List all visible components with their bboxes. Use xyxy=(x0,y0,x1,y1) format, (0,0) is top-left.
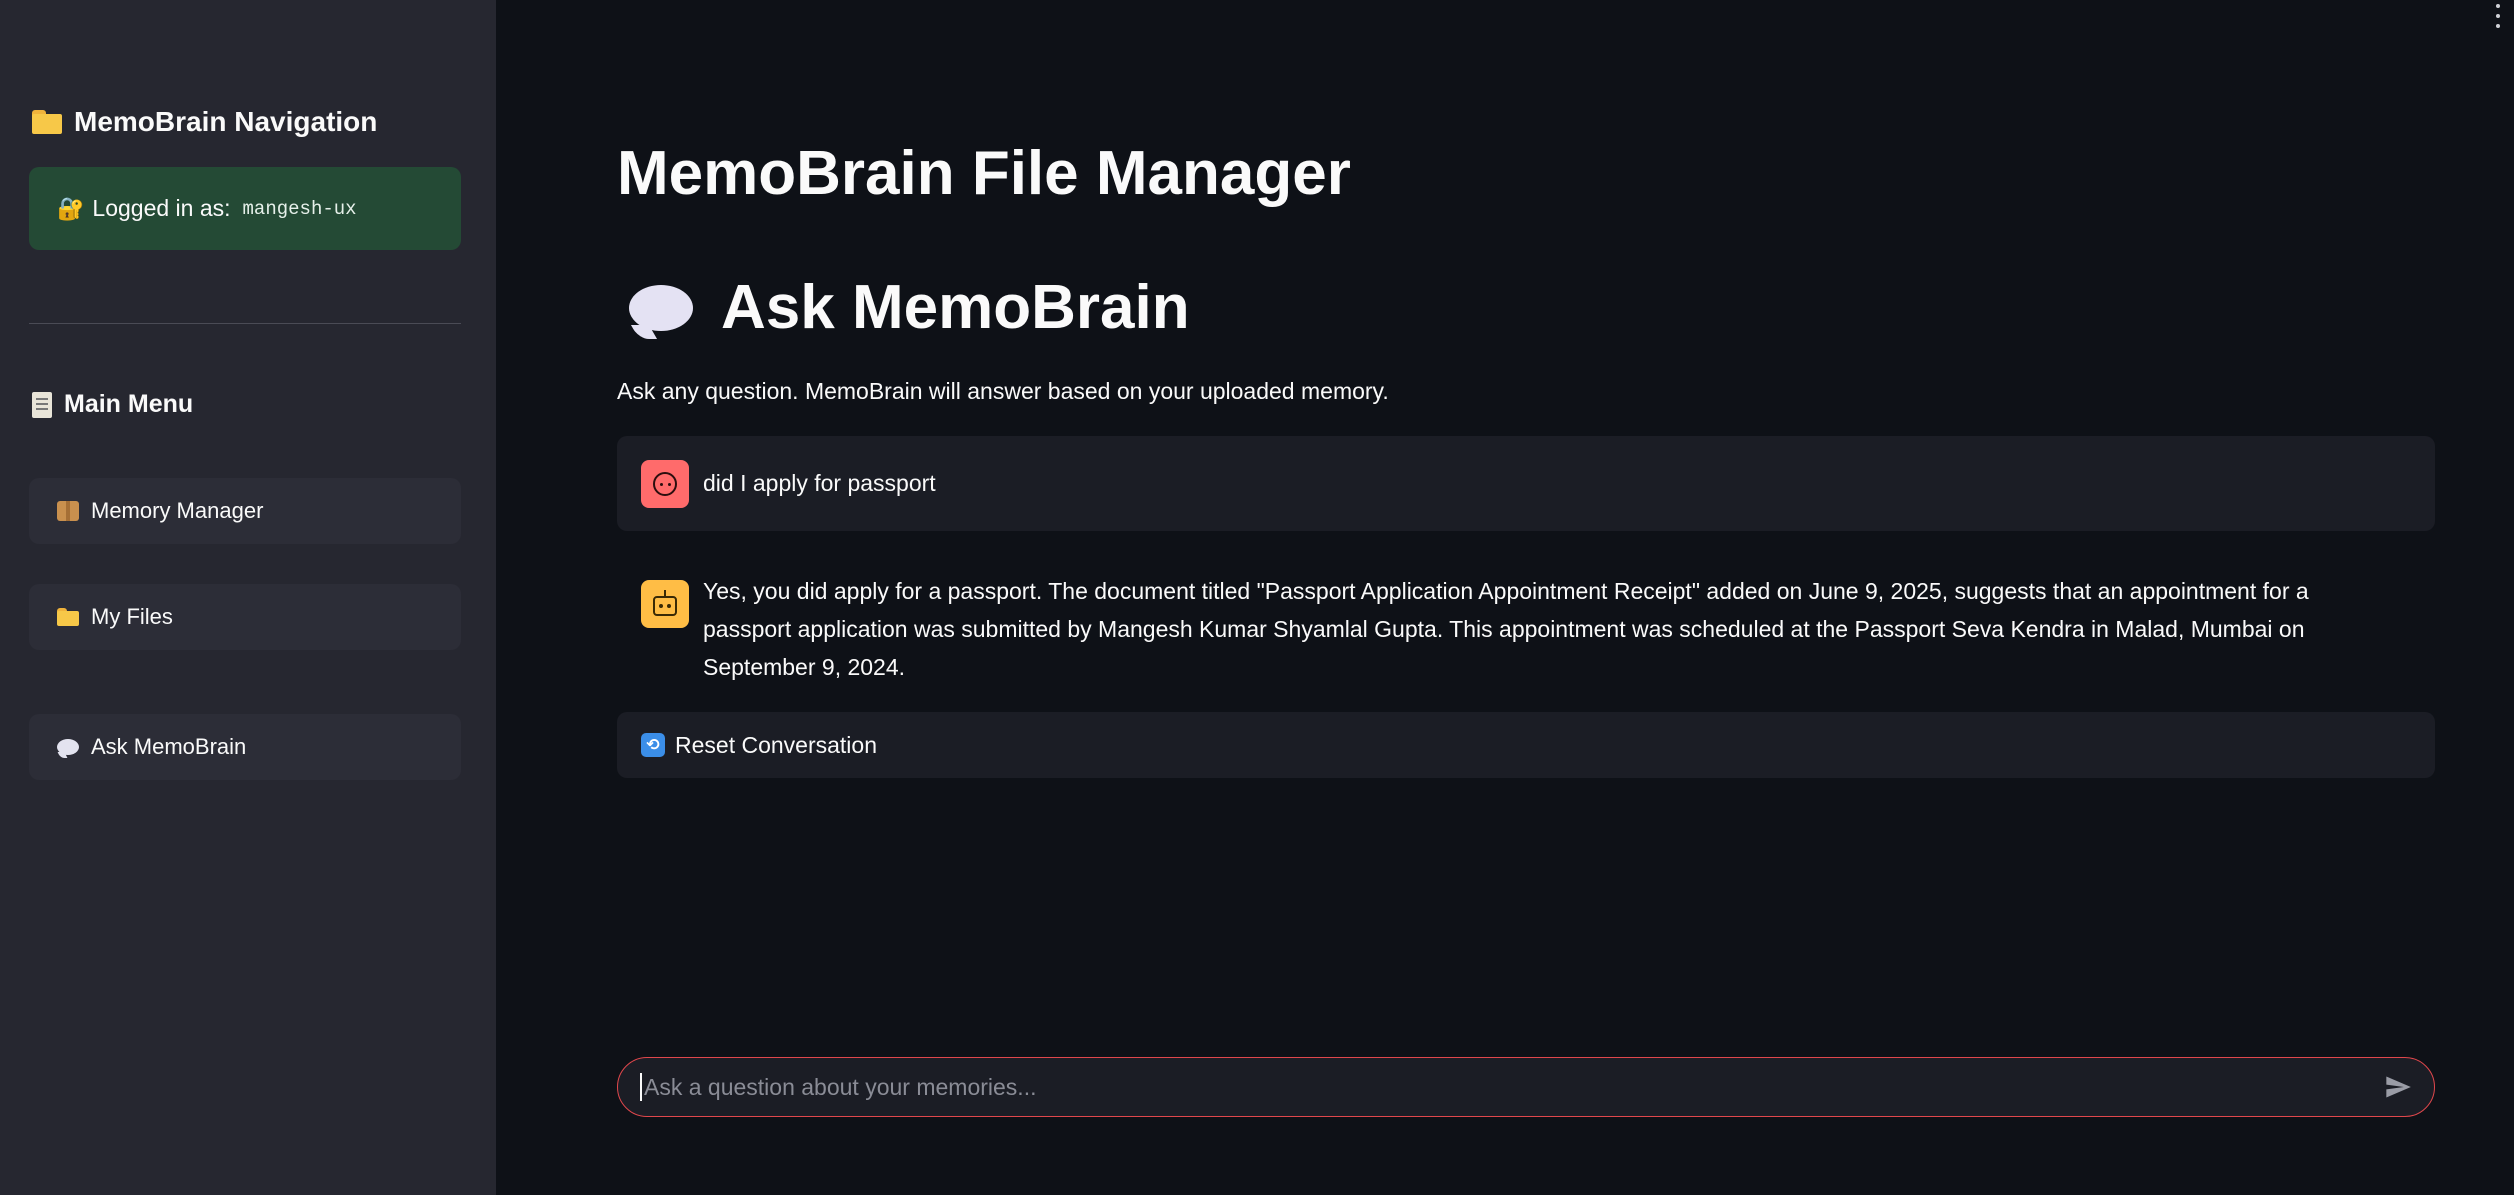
sidebar-item-memory-manager[interactable]: Memory Manager xyxy=(29,478,461,544)
sidebar-item-label: Memory Manager xyxy=(91,498,264,523)
folder-icon xyxy=(32,110,62,134)
send-button[interactable] xyxy=(2380,1069,2416,1105)
sidebar-item-label: Ask MemoBrain xyxy=(91,734,247,759)
repeat-icon: ⟲ xyxy=(641,733,665,757)
user-avatar-icon xyxy=(641,459,689,508)
lock-icon: 🔐 xyxy=(57,195,85,221)
folder-icon xyxy=(57,608,79,626)
app: MemoBrain Navigation 🔐 Logged in as: man… xyxy=(0,0,2514,1195)
chat-input-container xyxy=(617,1057,2435,1117)
main-content: MemoBrain File Manager Ask MemoBrain Ask… xyxy=(496,0,2514,1195)
sidebar-item-my-files[interactable]: My Files xyxy=(29,584,461,650)
login-label: Logged in as: xyxy=(92,195,231,221)
more-options-icon[interactable] xyxy=(2496,4,2502,28)
subtitle: Ask any question. MemoBrain will answer … xyxy=(617,378,1389,404)
sidebar-item-ask-memobrain[interactable]: Ask MemoBrain xyxy=(29,714,461,780)
main-menu-title: Main Menu xyxy=(32,390,193,419)
chat-message-user: did I apply for passport xyxy=(617,436,2435,531)
sidebar-divider xyxy=(29,323,461,324)
sidebar: MemoBrain Navigation 🔐 Logged in as: man… xyxy=(0,0,496,1195)
sidebar-item-label: My Files xyxy=(91,604,173,629)
page-title: MemoBrain File Manager xyxy=(617,139,1351,208)
section-title: Ask MemoBrain xyxy=(629,272,1190,343)
speech-bubble-icon xyxy=(57,739,79,755)
nav-title-text: MemoBrain Navigation xyxy=(74,106,378,137)
sidebar-nav-title: MemoBrain Navigation xyxy=(32,106,377,138)
send-icon xyxy=(2386,1076,2411,1098)
bot-avatar-icon xyxy=(641,580,689,628)
login-status-box: 🔐 Logged in as: mangesh-ux xyxy=(29,167,461,250)
chat-input[interactable] xyxy=(644,1067,2380,1107)
speech-bubble-icon xyxy=(629,284,693,331)
reset-label: Reset Conversation xyxy=(675,731,877,758)
page-icon xyxy=(32,391,52,418)
login-username: mangesh-ux xyxy=(242,197,357,220)
reset-conversation-button[interactable]: ⟲ Reset Conversation xyxy=(617,712,2435,778)
menu-title-text: Main Menu xyxy=(64,390,194,418)
chat-message-assistant: Yes, you did apply for a passport. The d… xyxy=(617,572,2435,686)
message-text: Yes, you did apply for a passport. The d… xyxy=(703,578,2309,680)
package-icon xyxy=(57,501,79,521)
message-text: did I apply for passport xyxy=(703,470,936,496)
section-title-text: Ask MemoBrain xyxy=(721,273,1190,342)
text-caret xyxy=(640,1073,642,1101)
